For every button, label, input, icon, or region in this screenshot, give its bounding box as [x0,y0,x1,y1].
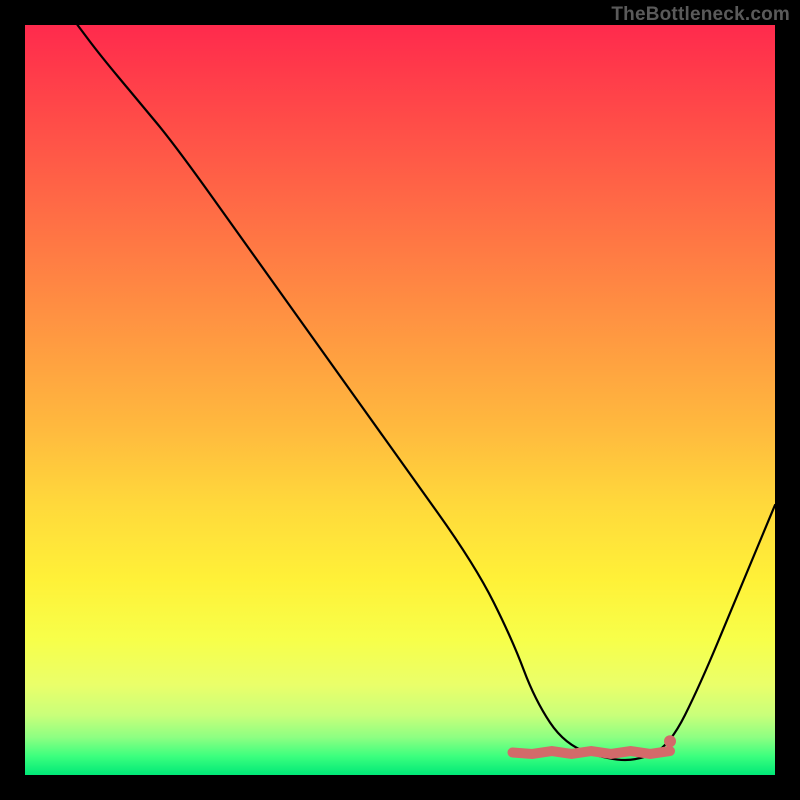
chart-frame: TheBottleneck.com [0,0,800,800]
bottleneck-curve-path [78,25,776,760]
curve-layer [25,25,775,775]
flat-region-stroke [513,751,671,754]
watermark-text: TheBottleneck.com [611,4,790,26]
flat-region-end-dot [664,735,676,747]
plot-area [25,25,775,775]
